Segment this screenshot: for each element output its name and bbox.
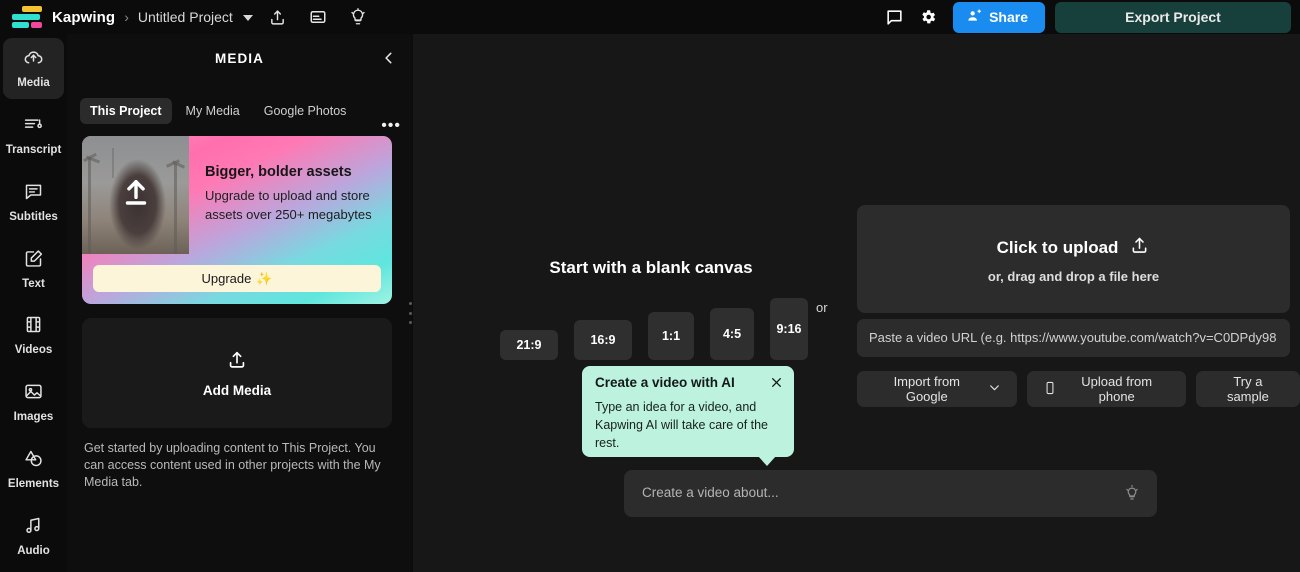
subtitles-icon[interactable]: [303, 2, 333, 32]
phone-icon: [1043, 381, 1057, 398]
sidebar-item-label: Media: [17, 77, 50, 90]
share-label: Share: [989, 9, 1028, 25]
sidebar-item-label: Transcript: [5, 144, 62, 157]
sidebar-item-media[interactable]: Media: [3, 38, 64, 99]
panel-title: MEDIA: [215, 51, 264, 66]
sidebar-item-images[interactable]: Images: [3, 372, 64, 433]
topbar-right-group: Share Export Project: [877, 1, 1300, 33]
promo-title: Bigger, bolder assets: [205, 164, 352, 180]
sidebar-item-videos[interactable]: Videos: [3, 305, 64, 366]
film-strip-icon: [23, 314, 44, 340]
upload-from-phone-label: Upload from phone: [1081, 374, 1153, 404]
upload-title-row: Click to upload: [997, 235, 1151, 261]
upload-dropzone[interactable]: Click to upload or, drag and drop a file…: [857, 205, 1290, 313]
sidebar-item-transcript[interactable]: Transcript: [3, 105, 64, 166]
upload-icon: [1129, 235, 1150, 261]
shapes-icon: [23, 448, 44, 474]
cloud-upload-icon: [23, 47, 44, 73]
close-icon[interactable]: [768, 374, 784, 390]
share-people-icon: [966, 8, 982, 27]
comment-icon[interactable]: [877, 1, 911, 33]
promo-thumbnail: [82, 136, 189, 254]
ai-prompt-input[interactable]: Create a video about...: [624, 470, 1157, 517]
project-dropdown-icon[interactable]: [242, 15, 253, 21]
sidebar-item-text[interactable]: Text: [3, 238, 64, 299]
subtitles-icon: [23, 181, 44, 207]
ai-tooltip-arrow: [758, 456, 776, 466]
ai-tooltip-title: Create a video with AI: [595, 375, 735, 390]
brand-name: Kapwing: [52, 8, 116, 26]
sidebar-item-label: Images: [13, 411, 54, 424]
upload-icon: [226, 349, 248, 376]
lightbulb-icon[interactable]: [343, 2, 373, 32]
ratio-1-1-button[interactable]: 1:1: [648, 312, 694, 360]
tab-google-photos[interactable]: Google Photos: [254, 98, 357, 124]
video-url-input[interactable]: Paste a video URL (e.g. https://www.yout…: [857, 319, 1290, 357]
ai-prompt-placeholder: Create a video about...: [642, 485, 779, 500]
aspect-ratio-group: 21:9 16:9 1:1 4:5 9:16: [500, 298, 808, 360]
tab-this-project[interactable]: This Project: [80, 98, 172, 124]
music-note-icon: [23, 515, 44, 541]
lightbulb-icon[interactable]: [1123, 484, 1141, 507]
kapwing-logo[interactable]: Kapwing: [10, 4, 115, 30]
upload-arrow-icon: [119, 178, 153, 217]
chevron-down-icon: [988, 381, 1001, 397]
sidebar-item-label: Subtitles: [9, 210, 58, 223]
sidebar-item-elements[interactable]: Elements: [3, 439, 64, 500]
ratio-4-5-button[interactable]: 4:5: [710, 308, 754, 360]
project-name[interactable]: Untitled Project: [138, 9, 233, 25]
image-icon: [23, 381, 44, 407]
or-separator-label: or: [816, 300, 828, 315]
ratio-16-9-button[interactable]: 16:9: [574, 320, 632, 360]
upgrade-button[interactable]: Upgrade ✨: [93, 265, 381, 292]
upgrade-label: Upgrade: [201, 271, 252, 286]
sparkle-icon: ✨: [256, 270, 273, 286]
video-url-placeholder: Paste a video URL (e.g. https://www.yout…: [869, 330, 1277, 345]
promo-subtitle: Upgrade to upload and store assets over …: [205, 188, 372, 222]
sidebar-item-label: Elements: [7, 477, 60, 490]
sidebar-item-audio[interactable]: Audio: [3, 505, 64, 566]
upload-source-buttons: Import from Google Upload from phone Try…: [857, 371, 1300, 407]
breadcrumb-separator: ›: [124, 9, 129, 25]
ai-tooltip-body: Type an idea for a video, and Kapwing AI…: [595, 400, 769, 450]
add-media-label: Add Media: [202, 382, 272, 398]
ai-tooltip: Create a video with AI Type an idea for …: [582, 366, 794, 457]
sidebar-item-label: Text: [22, 277, 45, 290]
media-tabs: This Project My Media Google Photos: [67, 66, 412, 124]
sidebar-item-label: Videos: [14, 344, 53, 357]
share-button[interactable]: Share: [953, 1, 1045, 33]
upload-title: Click to upload: [996, 237, 1119, 257]
import-from-google-label: Import from Google: [893, 374, 961, 404]
chevron-left-icon[interactable]: [379, 48, 399, 68]
transcript-icon: [23, 114, 44, 140]
import-from-google-button[interactable]: Import from Google: [857, 371, 1017, 407]
more-horizontal-icon[interactable]: •••: [381, 118, 401, 134]
ratio-9-16-button[interactable]: 9:16: [770, 298, 808, 360]
share-upload-icon[interactable]: [263, 2, 293, 32]
tab-my-media[interactable]: My Media: [176, 98, 250, 124]
upload-from-phone-button[interactable]: Upload from phone: [1026, 371, 1186, 407]
sidebar-item-subtitles[interactable]: Subtitles: [3, 172, 64, 233]
ratio-21-9-button[interactable]: 21:9: [500, 330, 558, 360]
upload-subtitle: or, drag and drop a file here: [987, 268, 1160, 284]
blank-canvas-title: Start with a blank canvas: [549, 258, 753, 277]
upgrade-promo-card[interactable]: Bigger, bolder assets Upgrade to upload …: [82, 136, 392, 304]
try-a-sample-button[interactable]: Try a sample: [1195, 371, 1300, 407]
media-panel-note: Get started by uploading content to This…: [84, 441, 381, 489]
text-edit-icon: [23, 248, 44, 274]
top-bar: Kapwing › Untitled Project Share Export …: [0, 0, 1300, 34]
sidebar-item-label: Audio: [17, 544, 50, 557]
export-project-button[interactable]: Export Project: [1055, 1, 1291, 33]
add-media-dropzone[interactable]: Add Media: [82, 318, 392, 428]
gear-icon[interactable]: [911, 1, 945, 33]
logo-mark: [10, 4, 44, 30]
left-rail: Media Transcript Subtitles Text Videos I…: [0, 34, 67, 572]
